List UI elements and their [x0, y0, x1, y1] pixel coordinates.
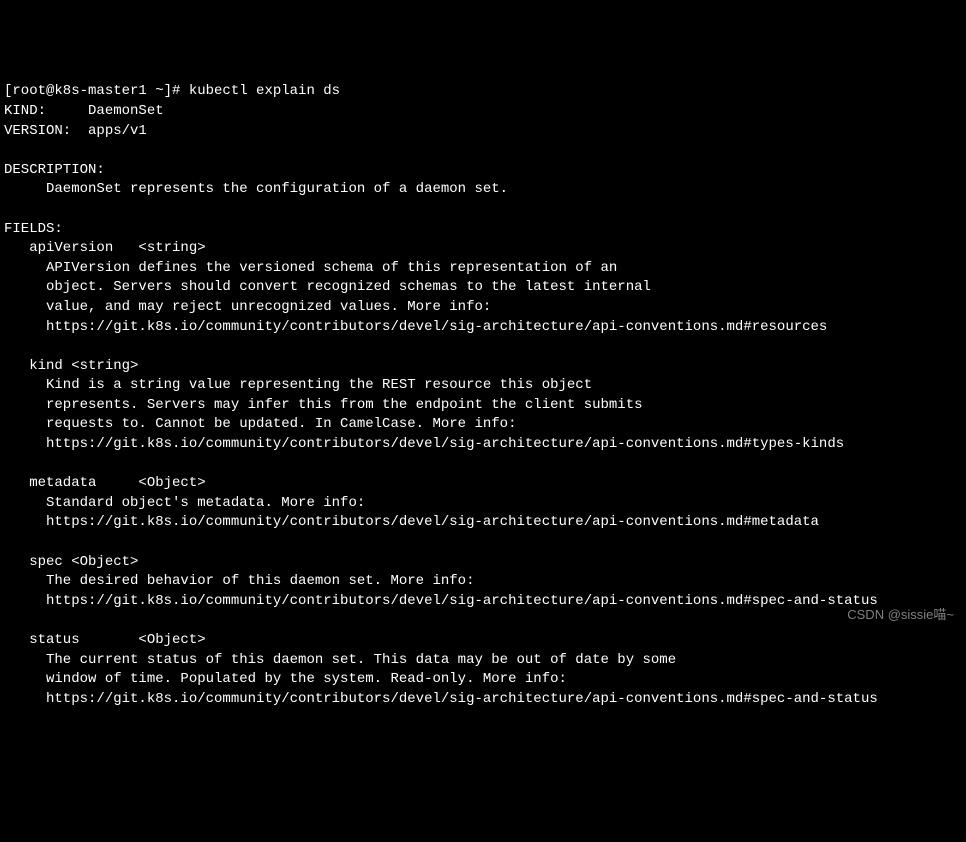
command-prompt-line: [root@k8s-master1 ~]# kubectl explain ds: [4, 83, 340, 99]
field-spec-line: The desired behavior of this daemon set.…: [4, 573, 474, 589]
field-status-line: The current status of this daemon set. T…: [4, 652, 676, 668]
field-status-line: window of time. Populated by the system.…: [4, 671, 567, 687]
field-apiversion-line: value, and may reject unrecognized value…: [4, 299, 491, 315]
fields-header: FIELDS:: [4, 221, 63, 237]
field-apiversion-title: apiVersion <string>: [4, 240, 206, 256]
field-kind-title: kind <string>: [4, 358, 138, 374]
field-metadata-title: metadata <Object>: [4, 475, 206, 491]
field-kind-line: represents. Servers may infer this from …: [4, 397, 643, 413]
field-apiversion-line: object. Servers should convert recognize…: [4, 279, 651, 295]
field-spec-title: spec <Object>: [4, 554, 138, 570]
kind-label: KIND: DaemonSet: [4, 103, 164, 119]
field-status-title: status <Object>: [4, 632, 206, 648]
description-body: DaemonSet represents the configuration o…: [4, 181, 508, 197]
field-metadata-line: https://git.k8s.io/community/contributor…: [4, 514, 819, 530]
field-metadata-line: Standard object's metadata. More info:: [4, 495, 365, 511]
field-kind-line: https://git.k8s.io/community/contributor…: [4, 436, 844, 452]
description-header: DESCRIPTION:: [4, 162, 105, 178]
watermark-text: CSDN @sissie喵~: [847, 606, 954, 624]
field-apiversion-line: https://git.k8s.io/community/contributor…: [4, 319, 827, 335]
field-status-line: https://git.k8s.io/community/contributor…: [4, 691, 878, 707]
field-spec-line: https://git.k8s.io/community/contributor…: [4, 593, 878, 609]
field-kind-line: Kind is a string value representing the …: [4, 377, 592, 393]
field-kind-line: requests to. Cannot be updated. In Camel…: [4, 416, 516, 432]
field-apiversion-line: APIVersion defines the versioned schema …: [4, 260, 617, 276]
terminal-output[interactable]: [root@k8s-master1 ~]# kubectl explain ds…: [4, 82, 962, 704]
version-label: VERSION: apps/v1: [4, 123, 147, 139]
